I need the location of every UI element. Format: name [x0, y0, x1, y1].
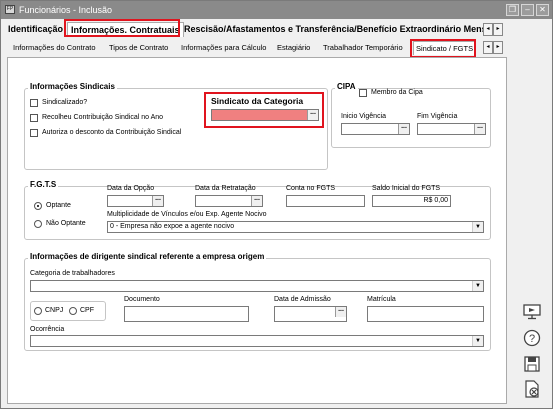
sindicais-title: Informações Sindicais [28, 82, 117, 91]
autoriza-label: Autoriza o desconto da Contribuição Sind… [42, 129, 182, 136]
categoria-trabalhadores-label: Categoria de trabalhadores [30, 270, 115, 277]
documento-input[interactable] [124, 306, 249, 322]
recolheu-checkbox[interactable] [30, 114, 38, 122]
cpf-radio[interactable] [69, 307, 77, 315]
restore-button[interactable]: ❐ [506, 4, 519, 16]
main-tab-scroll: ◂ ▸ [483, 23, 503, 36]
optante-radio[interactable] [34, 202, 42, 210]
highlight-main-tab [64, 19, 180, 37]
fim-vigencia-calendar-button[interactable]: ... [474, 123, 485, 134]
autoriza-checkbox[interactable] [30, 129, 38, 137]
app-icon: FP [5, 5, 15, 14]
matricula-input[interactable] [367, 306, 484, 322]
content-panel: Informações Sindicais Sindicalizado? Rec… [7, 57, 507, 404]
minimize-button[interactable]: – [521, 4, 534, 16]
nao-optante-radio[interactable] [34, 220, 42, 228]
sindicato-search-button[interactable]: ... [307, 109, 318, 120]
help-icon[interactable]: ? [521, 327, 543, 349]
cpf-label: CPF [80, 307, 94, 314]
data-admissao-calendar-button[interactable]: ... [335, 306, 346, 317]
dirigente-title: Informações de dirigente sindical refere… [28, 252, 267, 261]
sindicalizado-checkbox[interactable] [30, 99, 38, 107]
conta-fgts-label: Conta no FGTS [286, 185, 336, 192]
data-retratacao-input[interactable]: ... [195, 195, 263, 207]
scroll-left-icon[interactable]: ◂ [483, 41, 493, 54]
inicio-vigencia-input[interactable]: ... [341, 123, 410, 135]
scroll-left-icon[interactable]: ◂ [483, 23, 493, 36]
categoria-trabalhadores-select[interactable]: ▼ [30, 280, 484, 292]
matricula-label: Matrícula [367, 296, 396, 303]
conta-fgts-input[interactable] [286, 195, 365, 207]
title-bar: FP Funcionários - Inclusão ❐ – ✕ [1, 1, 552, 19]
save-icon[interactable] [521, 353, 543, 375]
data-admissao-input[interactable]: ... [274, 306, 347, 322]
sindicato-categoria-input[interactable]: ... [211, 109, 319, 121]
tab-trabalhador-temporario[interactable]: Trabalhador Temporário [321, 41, 405, 55]
tab-informacoes-contrato[interactable]: Informações do Contrato [11, 41, 98, 55]
chevron-down-icon[interactable]: ▼ [472, 222, 483, 232]
data-admissao-label: Data de Admissão [274, 296, 331, 303]
sindicalizado-label: Sindicalizado? [42, 99, 88, 106]
nao-optante-label: Não Optante [46, 220, 86, 227]
fim-vigencia-label: Fim Vigência [417, 113, 458, 120]
sindicato-categoria-label: Sindicato da Categoria [211, 96, 304, 106]
data-opcao-calendar-button[interactable]: ... [152, 195, 163, 206]
optante-label: Optante [46, 202, 71, 209]
multiplicidade-value: 0 - Empresa não expoe a agente nocivo [110, 223, 235, 230]
multiplicidade-label: Multiplicidade de Vínculos e/ou Exp. Age… [107, 211, 267, 218]
data-opcao-input[interactable]: ... [107, 195, 164, 207]
ocorrencia-label: Ocorrência [30, 326, 65, 333]
multiplicidade-select[interactable]: 0 - Empresa não expoe a agente nocivo ▼ [107, 221, 484, 233]
cipa-title: CIPA [335, 82, 358, 91]
cnpj-radio[interactable] [34, 307, 42, 315]
saldo-fgts-label: Saldo Inicial do FGTS [372, 185, 441, 192]
membro-cipa-checkbox[interactable] [359, 89, 367, 97]
tab-tipos-contrato[interactable]: Tipos de Contrato [107, 41, 170, 55]
chevron-down-icon[interactable]: ▼ [472, 336, 483, 346]
data-opcao-label: Data da Opção [107, 185, 155, 192]
window: FP Funcionários - Inclusão ❐ – ✕ Identif… [0, 0, 553, 409]
data-retratacao-calendar-button[interactable]: ... [251, 195, 262, 206]
fim-vigencia-input[interactable]: ... [417, 123, 486, 135]
data-retratacao-label: Data da Retratação [195, 185, 256, 192]
highlight-sub-tab [410, 39, 476, 58]
saldo-fgts-input[interactable]: R$ 0,00 [372, 195, 451, 207]
cnpj-label: CNPJ [45, 307, 64, 314]
scroll-right-icon[interactable]: ▸ [493, 23, 503, 36]
documento-label: Documento [124, 296, 160, 303]
ocorrencia-select[interactable]: ▼ [30, 335, 484, 347]
inicio-vigencia-calendar-button[interactable]: ... [398, 123, 409, 134]
tab-rescisao[interactable]: Rescisão/Afastamentos e Transferência/Be… [181, 22, 497, 37]
recolheu-label: Recolheu Contribuição Sindical no Ano [42, 114, 164, 121]
membro-cipa-label: Membro da Cipa [371, 89, 423, 96]
tab-informacoes-calculo[interactable]: Informações para Cálculo [179, 41, 268, 55]
chevron-down-icon[interactable]: ▼ [472, 281, 483, 291]
sub-tab-scroll: ◂ ▸ [483, 41, 503, 54]
svg-text:?: ? [529, 333, 535, 345]
monitor-icon[interactable] [521, 301, 543, 323]
scroll-right-icon[interactable]: ▸ [493, 41, 503, 54]
tab-identificacao[interactable]: Identificação [5, 22, 66, 37]
fgts-title: F.G.T.S [28, 180, 59, 189]
cancel-icon[interactable] [521, 378, 543, 400]
tab-estagiario[interactable]: Estagiário [275, 41, 312, 55]
inicio-vigencia-label: Inicio Vigência [341, 113, 387, 120]
close-button[interactable]: ✕ [536, 4, 549, 16]
window-title: Funcionários - Inclusão [19, 5, 113, 15]
